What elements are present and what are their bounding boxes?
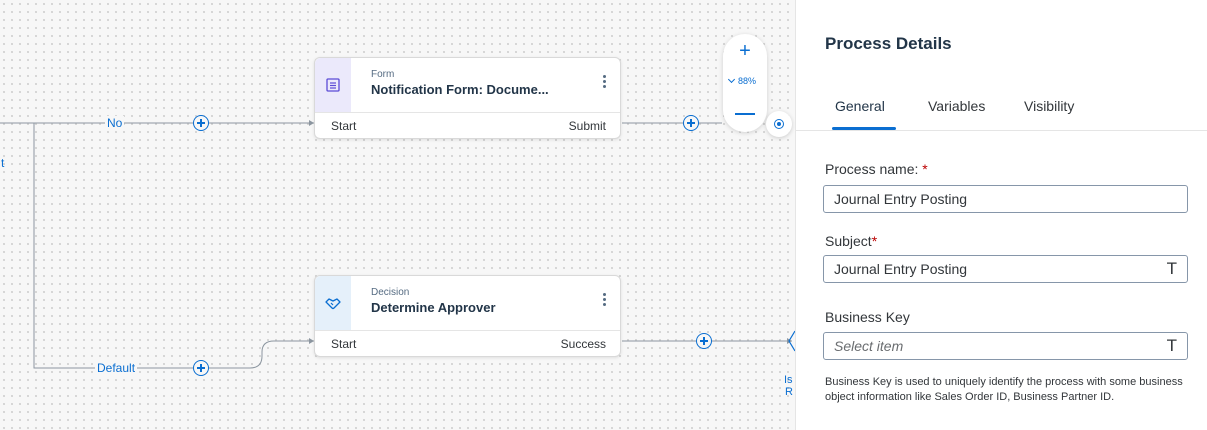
process-name-input[interactable]: Journal Entry Posting xyxy=(823,185,1188,213)
add-step-button-after-decision[interactable] xyxy=(696,333,712,349)
tab-general[interactable]: General xyxy=(835,98,885,114)
text-type-icon[interactable]: T xyxy=(1167,256,1177,282)
decision-node-success-port: Success xyxy=(560,337,606,351)
decision-node-more-icon[interactable] xyxy=(602,293,606,306)
cut-off-label-right-1: Is xyxy=(784,374,793,386)
zoom-control: + 88% xyxy=(723,34,767,132)
add-step-button-default[interactable] xyxy=(193,360,209,376)
edge-label-no: No xyxy=(105,116,125,130)
form-node-more-icon[interactable] xyxy=(602,75,606,88)
subject-label: Subject* xyxy=(825,233,878,249)
form-node-type: Form xyxy=(371,69,395,80)
connector-default xyxy=(33,123,314,369)
zoom-level-value: 88% xyxy=(738,76,757,86)
process-details-panel: Process Details General Variables Visibi… xyxy=(795,0,1207,430)
decision-node-type: Decision xyxy=(371,287,410,298)
business-key-label: Business Key xyxy=(825,309,910,325)
chevron-down-icon xyxy=(727,75,736,84)
text-type-icon[interactable]: T xyxy=(1167,333,1177,359)
cut-off-label-left: t xyxy=(1,156,5,170)
decision-node-header: Decision Determine Approver xyxy=(315,276,620,331)
subject-input[interactable]: Journal Entry Posting T xyxy=(823,255,1188,283)
required-marker: * xyxy=(922,161,928,177)
decision-node-title: Determine Approver xyxy=(371,300,496,315)
zoom-out-button[interactable] xyxy=(735,113,755,115)
tab-variables[interactable]: Variables xyxy=(928,98,985,114)
form-node-submit-port: Submit xyxy=(568,119,606,133)
zoom-level-dropdown[interactable]: 88% xyxy=(727,75,757,86)
business-key-hint: Business Key is used to uniquely identif… xyxy=(825,376,1183,403)
decision-node-start-port: Start xyxy=(331,337,357,351)
cut-off-label-right-2: R xyxy=(785,386,793,398)
add-step-button-after-form[interactable] xyxy=(683,115,699,131)
required-marker: * xyxy=(871,233,878,249)
decision-node[interactable]: Decision Determine Approver Start Succes… xyxy=(314,275,621,357)
active-tab-indicator xyxy=(832,127,896,130)
form-node[interactable]: Form Notification Form: Docume... Start … xyxy=(314,57,621,139)
form-node-start-port: Start xyxy=(331,119,357,133)
process-canvas[interactable]: No Default t Is R Form Notification Form… xyxy=(0,0,795,430)
target-icon xyxy=(774,119,784,129)
panel-tabs: General Variables Visibility xyxy=(796,84,1207,131)
zoom-in-button[interactable]: + xyxy=(723,38,767,64)
tab-visibility[interactable]: Visibility xyxy=(1024,98,1074,114)
form-icon xyxy=(315,58,351,112)
business-key-input[interactable]: Select item T xyxy=(823,332,1188,360)
edge-label-default: Default xyxy=(95,361,138,375)
process-name-label: Process name: * xyxy=(825,161,928,177)
panel-title: Process Details xyxy=(825,34,952,53)
handshake-icon xyxy=(315,276,351,330)
form-node-title: Notification Form: Docume... xyxy=(371,82,549,97)
fit-to-screen-button[interactable] xyxy=(766,111,792,137)
form-node-header: Form Notification Form: Docume... xyxy=(315,58,620,113)
add-step-button-no[interactable] xyxy=(193,115,209,131)
